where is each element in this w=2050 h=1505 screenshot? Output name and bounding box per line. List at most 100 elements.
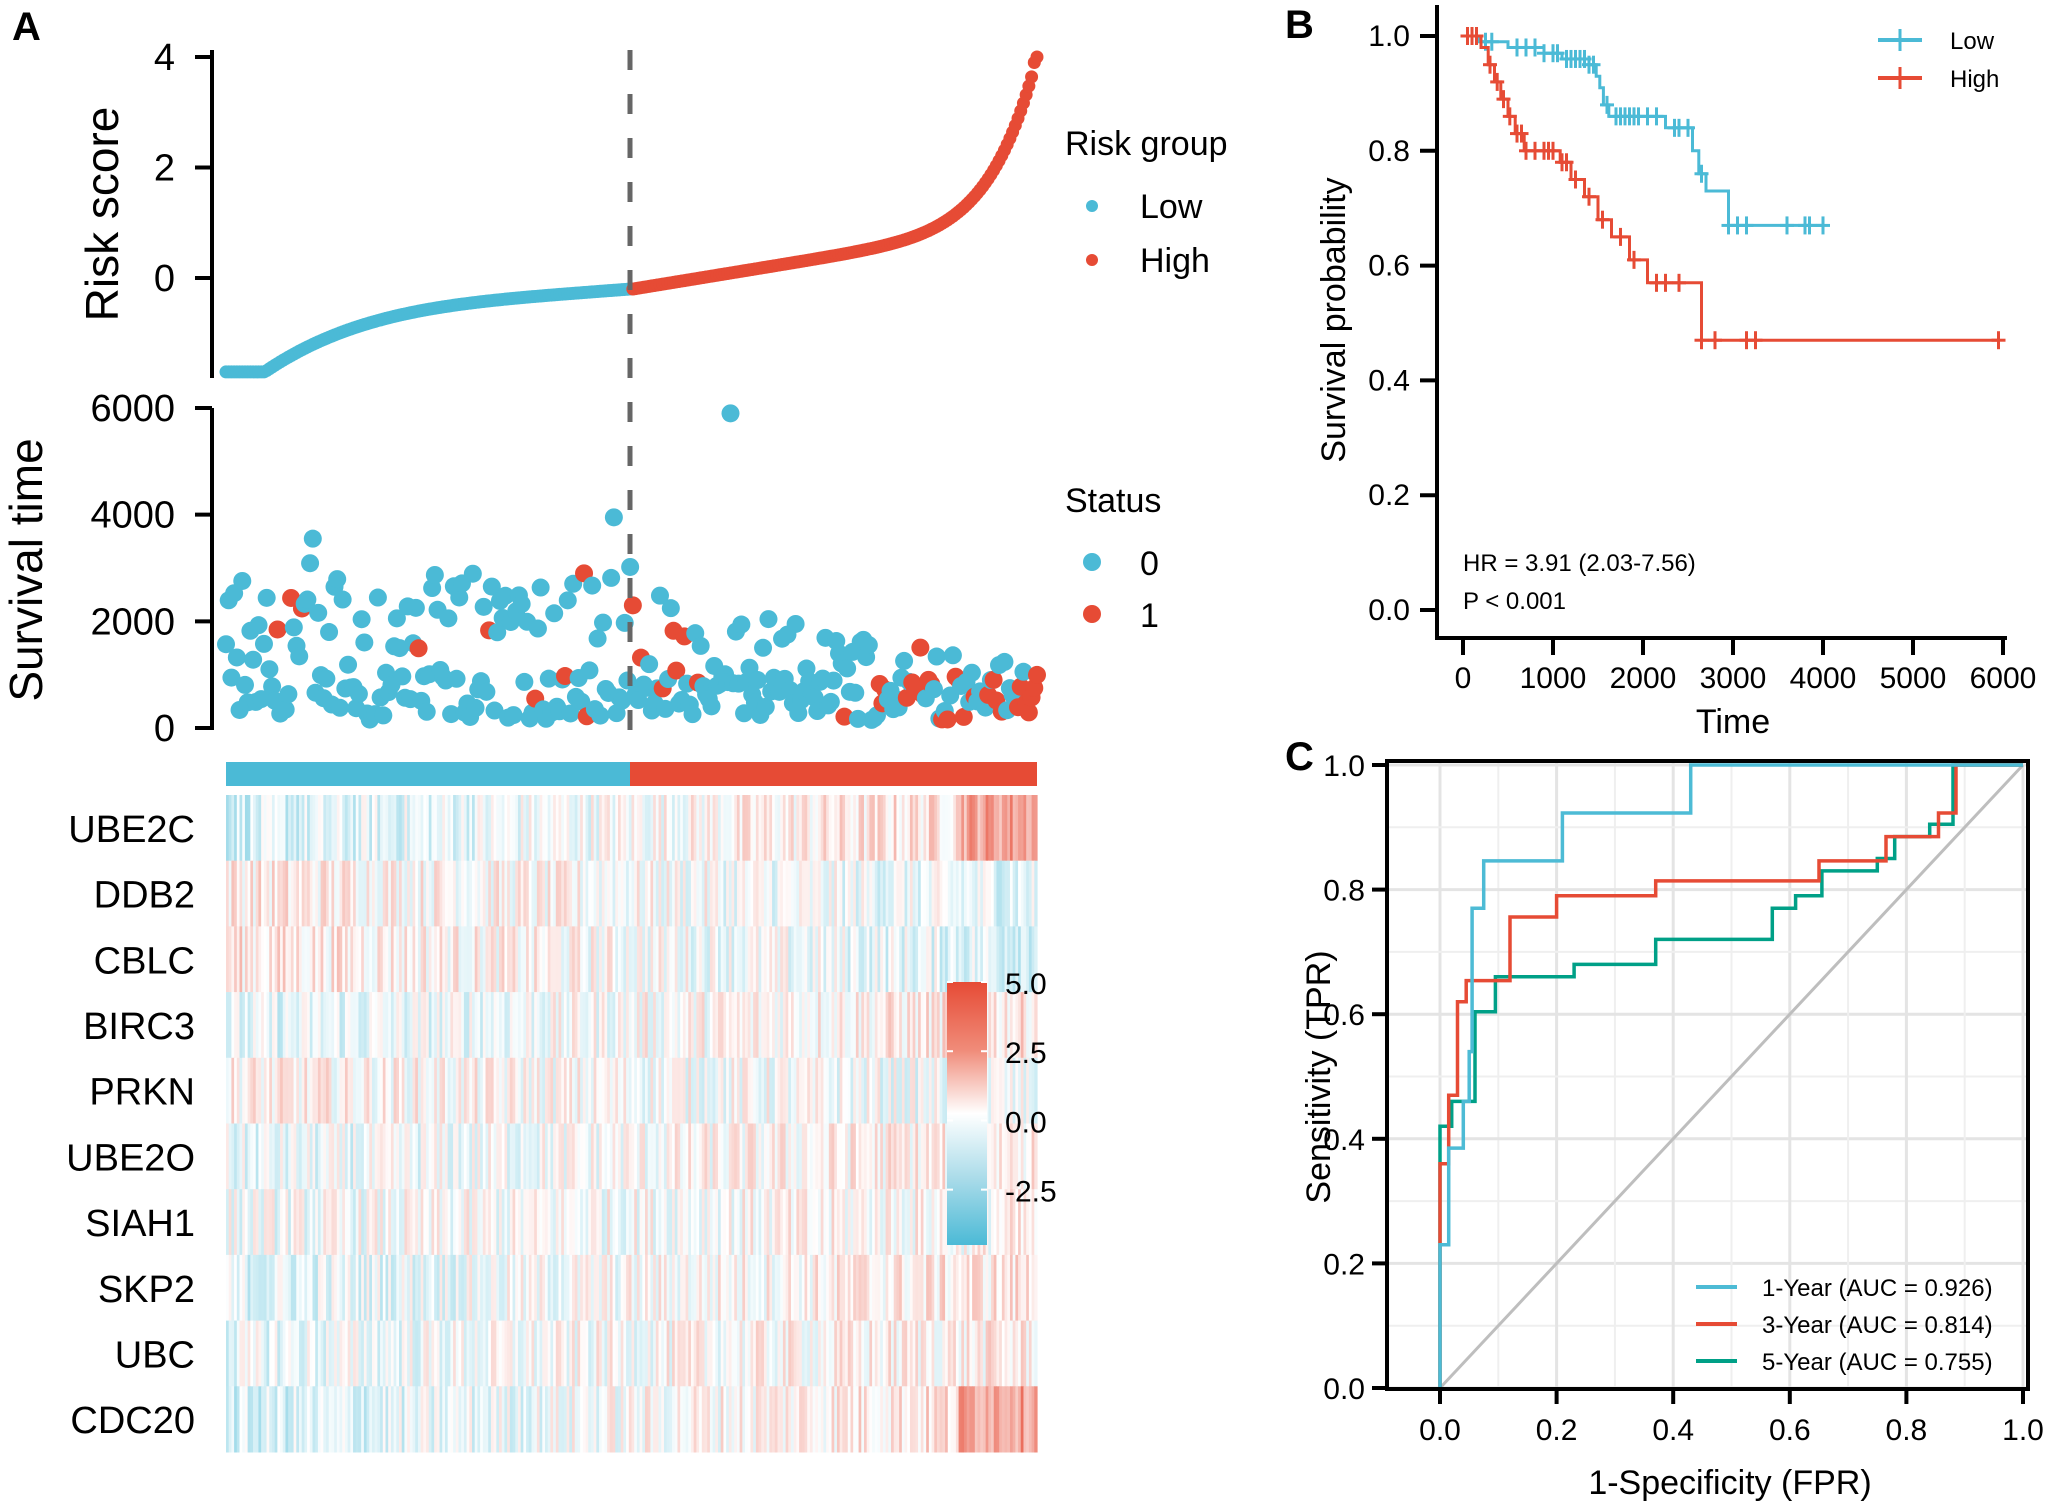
survival-point	[594, 613, 613, 632]
survival-point	[531, 578, 550, 597]
risk-y-title: Risk score	[76, 107, 128, 322]
panel-letter-b: B	[1285, 3, 1314, 47]
survival-point	[276, 700, 295, 719]
km-legend-label: Low	[1950, 28, 1995, 55]
roc-x-title: 1-Specificity (FPR)	[1588, 1464, 1871, 1502]
survival-point	[406, 598, 425, 617]
survival-point	[254, 634, 273, 653]
survival-time-plot: 6000 4000 2000 0 Survival time Status 0 1	[0, 388, 1161, 750]
survival-point	[320, 623, 339, 642]
risk-y-tick-label: 0	[154, 258, 175, 300]
survival-point	[301, 554, 320, 573]
survival-point	[943, 646, 962, 665]
km-y-tick-label: 0.6	[1368, 250, 1410, 283]
roc-x-tick-label: 0.8	[1886, 1414, 1928, 1447]
gene-label: PRKN	[89, 1072, 195, 1114]
roc-x-tick-label: 1.0	[2002, 1414, 2044, 1447]
survival-point	[838, 659, 857, 678]
survival-point	[1019, 703, 1038, 722]
gene-label: UBC	[115, 1334, 195, 1376]
survival-point	[349, 684, 368, 703]
km-x-tick-label: 2000	[1610, 662, 1677, 695]
survival-point	[352, 610, 371, 629]
survival-point	[309, 603, 328, 622]
survival-point	[339, 655, 358, 674]
survival-point	[895, 651, 914, 670]
survival-point	[374, 706, 393, 725]
figure: A B C 4 2 0 Risk score Risk group Low High…	[0, 3, 2044, 1502]
km-x-tick-label: 3000	[1700, 662, 1767, 695]
km-p-annotation: P < 0.001	[1463, 588, 1566, 615]
survival-point	[583, 576, 602, 595]
survival-point	[580, 661, 599, 680]
roc-x-tick-label: 0.0	[1419, 1414, 1461, 1447]
roc-x-tick-label: 0.2	[1536, 1414, 1578, 1447]
survival-point	[821, 692, 840, 711]
annotation-bar-high	[630, 762, 1037, 786]
survival-point	[447, 669, 466, 688]
roc-x-tick-label: 0.6	[1769, 1414, 1811, 1447]
legend-status-1-label: 1	[1140, 597, 1159, 635]
roc-y-tick-label: 0.0	[1323, 1373, 1365, 1406]
survival-point	[466, 698, 485, 717]
survival-point	[290, 647, 309, 666]
survival-point	[661, 599, 680, 618]
survival-point	[515, 672, 534, 691]
survival-point	[545, 604, 564, 623]
km-y-tick-label: 0.8	[1368, 135, 1410, 168]
roc-y-tick-label: 1.0	[1323, 750, 1365, 783]
gene-label: SIAH1	[85, 1203, 195, 1245]
survival-point	[691, 636, 710, 655]
survival-point	[477, 682, 496, 701]
legend-status-1-marker	[1083, 605, 1101, 623]
roc-legend-label: 5-Year (AUC = 0.755)	[1762, 1349, 1993, 1376]
kaplan-meier-plot: 1.0 0.8 0.6 0.4 0.2 0.0 0 1000 2000 3000 4000 5000 6…	[1315, 5, 2036, 741]
legend-status-0-marker	[1083, 553, 1101, 571]
km-x-tick-label: 5000	[1880, 662, 1947, 695]
survival-point	[257, 588, 276, 607]
gene-label: UBE2O	[66, 1137, 195, 1179]
roc-legend-label: 3-Year (AUC = 0.814)	[1762, 1312, 1993, 1339]
survival-point	[260, 660, 279, 679]
roc-x-tick-label: 0.4	[1652, 1414, 1694, 1447]
survival-point	[268, 620, 287, 639]
survival-point	[317, 669, 336, 688]
survival-point	[995, 652, 1014, 671]
legend-high-marker	[1086, 254, 1098, 266]
km-y-tick-label: 0.2	[1368, 479, 1410, 512]
heatmap-cell	[1034, 860, 1038, 927]
survival-point	[911, 638, 930, 657]
colorbar-tick-label: 2.5	[1005, 1037, 1047, 1070]
km-x-title: Time	[1696, 703, 1770, 741]
survival-point	[756, 697, 775, 716]
survival-point	[303, 529, 322, 548]
survival-point	[732, 615, 751, 634]
survival-point	[938, 710, 957, 729]
survival-point	[355, 633, 374, 652]
gene-label: CDC20	[70, 1400, 195, 1442]
legend-low-label: Low	[1140, 188, 1203, 226]
km-hr-annotation: HR = 3.91 (2.03-7.56)	[1463, 550, 1696, 577]
km-legend-label: High	[1950, 66, 1999, 93]
survival-point	[235, 675, 254, 694]
panel-letter-c: C	[1285, 735, 1314, 779]
survival-point	[279, 685, 298, 704]
gene-label: CBLC	[94, 940, 195, 982]
km-y-title: Survival probability	[1315, 177, 1353, 462]
risk-point	[1025, 70, 1039, 84]
survival-point	[1028, 665, 1046, 684]
legend-low-marker	[1086, 200, 1098, 212]
heatmap-cell	[1034, 1386, 1038, 1453]
gene-label: BIRC3	[83, 1006, 195, 1048]
survival-point	[759, 610, 778, 629]
surv-y-tick-label: 0	[154, 708, 175, 750]
heatmap-cell	[1034, 1320, 1038, 1387]
survival-point	[417, 702, 436, 721]
survival-point	[786, 614, 805, 633]
km-x-tick-label: 1000	[1520, 662, 1587, 695]
legend-high-label: High	[1140, 242, 1210, 280]
annotation-bar-low	[226, 762, 630, 786]
survival-point	[846, 683, 865, 702]
survival-point	[368, 588, 387, 607]
survival-point	[591, 706, 610, 725]
